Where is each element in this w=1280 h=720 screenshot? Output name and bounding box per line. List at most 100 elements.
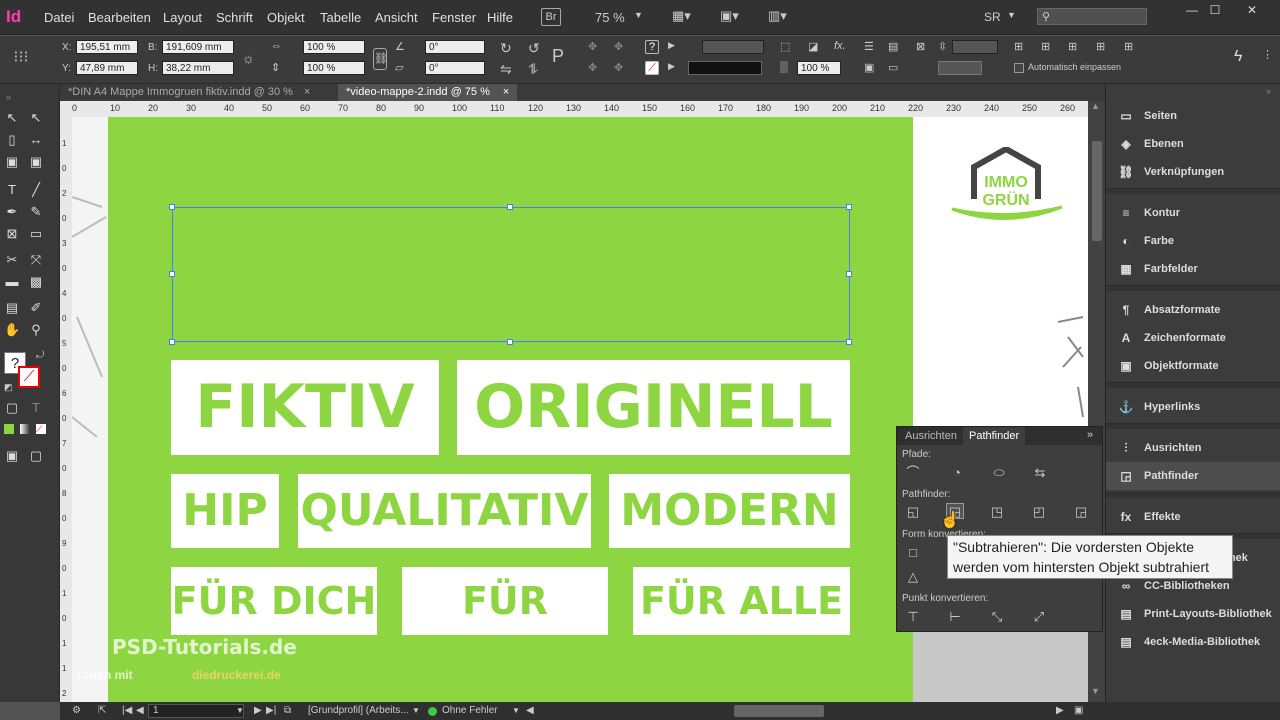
dock-item-4eck-media-bibliothek[interactable]: ▤ 4eck-Media-Bibliothek	[1106, 628, 1280, 656]
frame-fitting-field[interactable]	[952, 40, 998, 54]
text-wrap-shape-icon[interactable]: ▤	[888, 40, 898, 53]
menu-datei[interactable]: Datei	[44, 10, 74, 25]
dock-item-objektformate[interactable]: ▣ Objektformate	[1106, 352, 1280, 380]
dock-item-kontur[interactable]: ≡ Kontur	[1106, 199, 1280, 227]
tools-collapse-icon[interactable]: »	[6, 92, 11, 102]
word-box-hip[interactable]: HIP	[171, 474, 279, 548]
first-page-icon[interactable]: |◀	[122, 702, 132, 720]
pen-tool-icon[interactable]: ✒	[4, 204, 20, 220]
preflight-toggle-icon[interactable]: ⚙	[72, 702, 81, 720]
dock-item-farbe[interactable]: ◐ Farbe	[1106, 227, 1280, 255]
dock-item-effekte[interactable]: fx Effekte	[1106, 503, 1280, 531]
gap-tool-icon[interactable]: ↔	[28, 132, 44, 148]
constrain-proportions-icon[interactable]: ☼	[242, 50, 255, 66]
fit-proportional-icon[interactable]: ⊞	[1014, 40, 1023, 53]
menu-layout[interactable]: Layout	[163, 10, 202, 25]
select-prev-icon[interactable]: ✥	[588, 40, 597, 53]
join-path-icon[interactable]: ⌒	[904, 465, 922, 481]
rectangle-tool-icon[interactable]: ▭	[28, 226, 44, 242]
stroke-type-select[interactable]	[688, 61, 762, 75]
normal-view-icon[interactable]: ▣	[4, 448, 20, 464]
drop-shadow-icon[interactable]: ◪	[808, 40, 818, 53]
view-options-icon[interactable]: ▦▾	[672, 8, 691, 24]
preflight-status-text[interactable]: Ohne Fehler	[442, 702, 498, 720]
scale-x-field[interactable]: 100 %	[303, 40, 365, 54]
quick-apply-icon[interactable]: ϟ	[1234, 48, 1242, 66]
reverse-path-icon[interactable]: ⇆	[1031, 465, 1049, 481]
zoom-level[interactable]: 75 %	[595, 10, 625, 25]
selection-handle[interactable]	[507, 339, 513, 345]
control-panel-menu-icon[interactable]: ⋮	[1262, 48, 1273, 61]
dock-item-hyperlinks[interactable]: ⚓ Hyperlinks	[1106, 393, 1280, 421]
apply-gradient-icon[interactable]	[20, 424, 30, 434]
hand-tool-icon[interactable]: ✋	[4, 322, 20, 338]
flip-vertical-icon[interactable]: ⥮	[528, 61, 538, 78]
convert-triangle-icon[interactable]: △	[904, 569, 922, 585]
dock-item-farbfelder[interactable]: ▦ Farbfelder	[1106, 255, 1280, 283]
zoom-tool-icon[interactable]: ⚲	[28, 322, 44, 338]
flip-horizontal-icon[interactable]: ⇋	[500, 61, 512, 78]
word-box-fuer-mich[interactable]: FÜR MICH	[402, 567, 608, 691]
preview-mode-icon[interactable]: ▢	[28, 448, 44, 464]
fill-color-icon[interactable]: ?	[645, 40, 659, 54]
zoom-dropdown-icon[interactable]: ▼	[634, 10, 643, 20]
vertical-ruler[interactable]: 1 0 2 0 3 0 4 0 5 0 6 0 7 0 8 0 9 0 1 0 1 1 2	[60, 117, 72, 702]
apply-color-icon[interactable]	[4, 424, 14, 434]
line-tool-icon[interactable]: ╱	[28, 182, 44, 198]
spread-icon[interactable]: ⧉	[284, 702, 291, 720]
stroke-swatch-icon[interactable]: ⟋	[18, 366, 40, 388]
opacity-field[interactable]: 100 %	[797, 61, 841, 75]
menu-ansicht[interactable]: Ansicht	[375, 10, 418, 25]
fit-content-icon[interactable]: ⇳	[938, 40, 947, 53]
scissors-tool-icon[interactable]: ✂	[4, 252, 20, 268]
dock-item-zeichenformate[interactable]: A Zeichenformate	[1106, 324, 1280, 352]
rotate-cw-icon[interactable]: ↻	[500, 40, 512, 57]
scroll-left-icon[interactable]: ◀	[526, 702, 534, 720]
select-container-icon[interactable]: ✥	[614, 61, 623, 74]
scroll-thumb[interactable]	[1092, 141, 1102, 241]
open-in-window-icon[interactable]: ⇱	[98, 702, 106, 720]
point-plain-icon[interactable]: ⊤	[904, 609, 922, 625]
word-box-modern[interactable]: MODERN	[609, 474, 850, 548]
eyedropper-tool-icon[interactable]: ✐	[28, 300, 44, 316]
menu-tabelle[interactable]: Tabelle	[320, 10, 361, 25]
word-box-fuer-alle[interactable]: FÜR ALLE	[633, 567, 850, 635]
selection-handle[interactable]	[169, 271, 175, 277]
pathfinder-exclude-icon[interactable]: ◰	[1030, 504, 1048, 520]
link-scale-icon[interactable]: ⛓	[373, 48, 388, 70]
rectangle-frame-tool-icon[interactable]: ⊠	[4, 226, 20, 242]
page-dropdown-icon[interactable]: ▼	[236, 702, 244, 720]
close-icon[interactable]: ×	[503, 86, 509, 98]
point-symmetric-icon[interactable]: ⤢	[1030, 609, 1048, 625]
rotation-field[interactable]: 0°	[425, 40, 485, 54]
convert-rectangle-icon[interactable]: □	[904, 545, 922, 561]
menu-bearbeiten[interactable]: Bearbeiten	[88, 10, 151, 25]
height-field[interactable]: 38,22 mm	[162, 61, 234, 75]
stroke-weight-field[interactable]	[702, 40, 764, 54]
scroll-right-icon[interactable]: ▶	[1056, 702, 1064, 720]
profile-label[interactable]: [Grundprofil] (Arbeits...	[308, 702, 409, 720]
scale-y-field[interactable]: 100 %	[303, 61, 365, 75]
horizontal-ruler[interactable]: 0 10 20 30 40 50 60 70 80 90 100 110 120 130 140 150 160…	[60, 101, 1090, 117]
last-page-icon[interactable]: ▶|	[266, 702, 276, 720]
fit-fill-icon[interactable]: ⊞	[1041, 40, 1050, 53]
arrange-documents-icon[interactable]: ▥▾	[768, 8, 787, 24]
tab-video-mappe[interactable]: *video-mappe-2.indd @ 75 % ×	[338, 84, 518, 101]
fit-frame-content-icon[interactable]: ⊞	[1124, 40, 1133, 53]
dock-item-pathfinder[interactable]: ◲ Pathfinder	[1106, 462, 1280, 490]
page-green[interactable]: IMMOGRÜN FIKTIV ORIGINELL HIP QUALITATIV…	[78, 117, 913, 702]
dock-item-ausrichten[interactable]: ⫶ Ausrichten	[1106, 434, 1280, 462]
stroke-color-icon[interactable]: ⟋	[645, 61, 659, 75]
tab-pathfinder[interactable]: Pathfinder	[963, 427, 1026, 445]
pencil-tool-icon[interactable]: ✎	[28, 204, 44, 220]
gradient-tool-icon[interactable]: ▬	[4, 274, 20, 290]
selection-handle[interactable]	[507, 204, 513, 210]
minimize-icon[interactable]: —	[1180, 3, 1204, 17]
horizontal-scroll-thumb[interactable]	[734, 705, 824, 717]
corner-options-icon[interactable]: ⬚	[780, 40, 790, 53]
x-position-field[interactable]: 195,51 mm	[76, 40, 138, 54]
pathfinder-intersect-icon[interactable]: ◳	[988, 504, 1006, 520]
selection-handle[interactable]	[846, 339, 852, 345]
gradient-feather-tool-icon[interactable]: ▩	[28, 274, 44, 290]
pathfinder-minus-back-icon[interactable]: ◲	[1072, 504, 1090, 520]
